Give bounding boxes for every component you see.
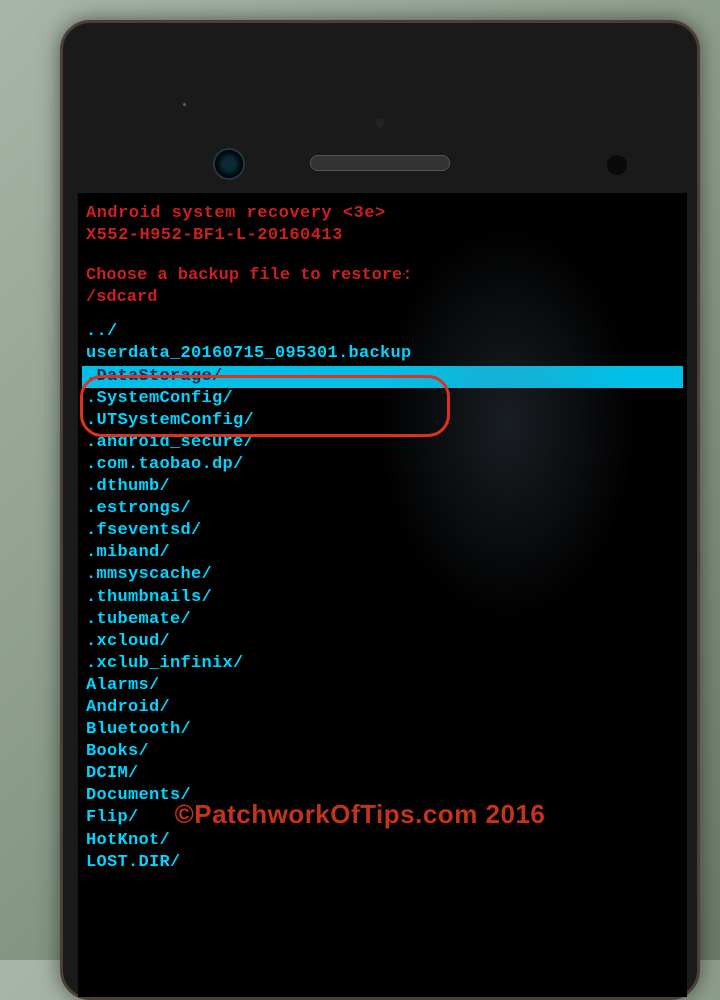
- file-item[interactable]: Books/: [86, 741, 679, 763]
- light-sensor: [607, 155, 627, 175]
- file-item[interactable]: Flip/: [86, 807, 679, 829]
- file-item[interactable]: Android/: [86, 697, 679, 719]
- file-item[interactable]: .mmsyscache/: [86, 564, 679, 586]
- dust-speck: [403, 273, 405, 275]
- file-item[interactable]: .xcloud/: [86, 631, 679, 653]
- file-item[interactable]: .SystemConfig/: [86, 388, 679, 410]
- file-item[interactable]: .thumbnails/: [86, 587, 679, 609]
- file-item[interactable]: .tubemate/: [86, 609, 679, 631]
- file-item[interactable]: Documents/: [86, 785, 679, 807]
- file-item[interactable]: .com.taobao.dp/: [86, 454, 679, 476]
- file-item[interactable]: .android_secure/: [86, 432, 679, 454]
- dust-speck: [183, 103, 186, 106]
- phone-device-frame: Android system recovery <3e> X552-H952-B…: [60, 20, 700, 1000]
- proximity-sensor: [375, 118, 385, 128]
- file-item[interactable]: userdata_20160715_095301.backup: [86, 343, 679, 365]
- prompt-instruction: Choose a backup file to restore:: [86, 265, 679, 287]
- file-item[interactable]: .UTSystemConfig/: [86, 410, 679, 432]
- prompt-path: /sdcard: [86, 287, 679, 309]
- front-camera: [213, 148, 245, 180]
- file-item[interactable]: HotKnot/: [86, 830, 679, 852]
- file-item[interactable]: Bluetooth/: [86, 719, 679, 741]
- recovery-build: X552-H952-BF1-L-20160413: [86, 225, 679, 247]
- file-item[interactable]: .estrongs/: [86, 498, 679, 520]
- file-item[interactable]: .dthumb/: [86, 476, 679, 498]
- earpiece-speaker: [310, 155, 450, 171]
- recovery-prompt: Choose a backup file to restore: /sdcard: [86, 265, 679, 309]
- file-item[interactable]: LOST.DIR/: [86, 852, 679, 874]
- file-item[interactable]: .xclub_infinix/: [86, 653, 679, 675]
- recovery-title: Android system recovery <3e>: [86, 203, 679, 225]
- recovery-screen: Android system recovery <3e> X552-H952-B…: [78, 193, 687, 997]
- file-item[interactable]: DCIM/: [86, 763, 679, 785]
- backup-file-list[interactable]: ../ userdata_20160715_095301.backup.Data…: [86, 321, 679, 873]
- file-item[interactable]: .DataStorage/: [82, 366, 683, 388]
- file-item[interactable]: .fseventsd/: [86, 520, 679, 542]
- file-item[interactable]: Alarms/: [86, 675, 679, 697]
- file-item[interactable]: ../: [86, 321, 679, 343]
- file-item[interactable]: .miband/: [86, 542, 679, 564]
